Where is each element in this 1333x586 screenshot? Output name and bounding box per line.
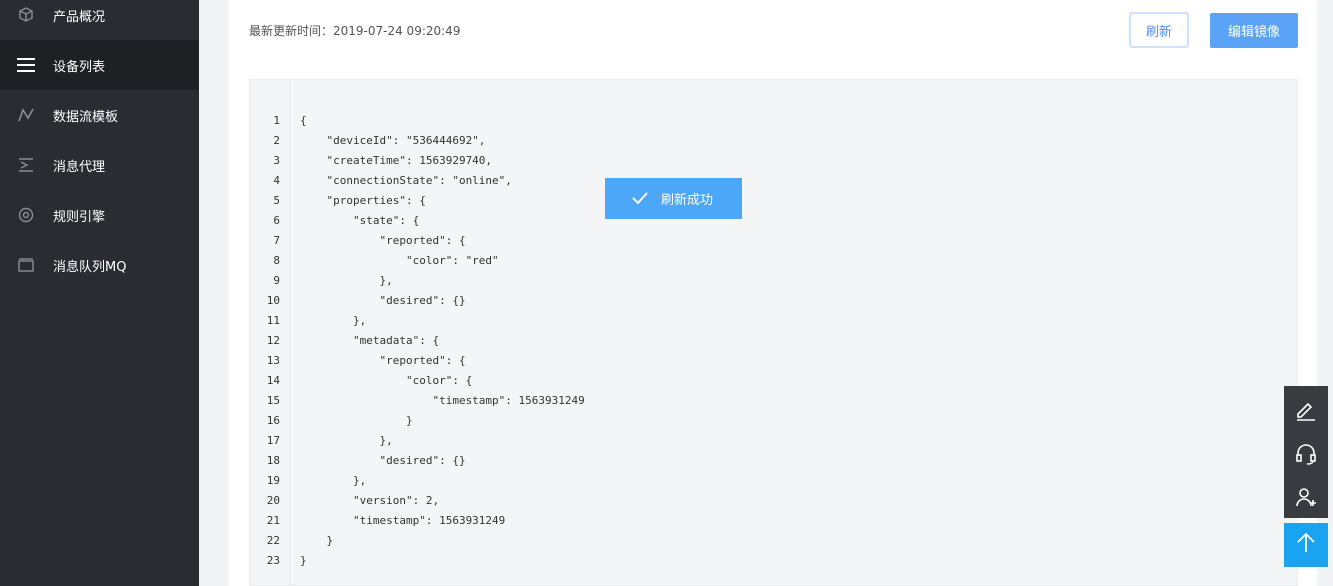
queue-icon [16,255,36,275]
line-number: 12 [266,334,280,347]
line-number: 2 [273,134,280,147]
line-number: 17 [266,434,280,447]
line-number: 5 [273,194,280,207]
device-shadow-panel: 最新更新时间：2019-07-24 09:20:49 刷新 编辑镜像 12345… [229,0,1317,586]
line-number: 23 [266,554,280,567]
line-number: 22 [266,534,280,547]
line-number: 15 [266,394,280,407]
sidebar-item-rule-engine[interactable]: 规则引擎 [0,190,199,240]
code-line: }, [300,314,367,327]
sidebar-item-label: 设备列表 [53,59,106,75]
line-number: 1 [273,114,280,127]
line-number: 4 [273,174,280,187]
code-line: "reported": { [300,234,466,247]
code-line: "createTime": 1563929740, [300,154,493,167]
floating-toolbar [1284,386,1328,518]
dataflow-icon [16,105,36,125]
line-number: 9 [273,274,280,287]
sidebar-item-dataflow-template[interactable]: 数据流模板 [0,90,199,140]
headset-icon[interactable] [1284,432,1328,476]
code-line: "deviceId": "536444692", [300,134,486,147]
sidebar-item-product-overview[interactable]: 产品概况 [0,0,199,40]
code-line: } [300,534,334,547]
sidebar: 产品概况 设备列表 数据流模板 消息代理 规则引擎 消息队列MQ [0,0,199,586]
sidebar-item-label: 产品概况 [53,9,106,25]
json-code-viewer[interactable]: 1 2 3 4 5 6 7 8 9 10 11 12 13 14 15 16 17 18 19 20 21 22 23 { … [249,79,1298,586]
success-toast: 刷新成功 [605,178,742,219]
edit-shadow-button[interactable]: 编辑镜像 [1210,13,1298,48]
code-line: "properties": { [300,194,426,207]
sidebar-item-message-queue[interactable]: 消息队列MQ [0,240,199,290]
refresh-button[interactable]: 刷新 [1129,12,1189,48]
code-line: }, [300,434,393,447]
code-line: "color": "red" [300,254,499,267]
sidebar-item-label: 数据流模板 [53,109,119,125]
line-number: 16 [266,414,280,427]
message-proxy-icon [16,155,36,175]
list-icon [16,55,36,75]
back-to-top-button[interactable] [1284,523,1328,567]
code-line: { [300,114,307,127]
code-line: "connectionState": "online", [300,174,512,187]
line-number: 11 [266,314,280,327]
sidebar-item-message-proxy[interactable]: 消息代理 [0,140,199,190]
line-number: 6 [273,214,280,227]
arrow-up-icon [1294,531,1318,559]
code-line: "state": { [300,214,420,227]
code-line: }, [300,274,393,287]
line-number: 21 [266,514,280,527]
code-line: "metadata": { [300,334,440,347]
code-line: } [300,414,413,427]
code-line: "desired": {} [300,454,466,467]
sidebar-item-device-list[interactable]: 设备列表 [0,40,199,90]
last-update-time: 最新更新时间：2019-07-24 09:20:49 [249,24,461,38]
line-number: 7 [273,234,280,247]
code-line: "color": { [300,374,473,387]
line-number: 8 [273,254,280,267]
toast-message: 刷新成功 [661,193,714,208]
line-number: 3 [273,154,280,167]
code-line: "reported": { [300,354,466,367]
line-number: 19 [266,474,280,487]
line-number-gutter: 1 2 3 4 5 6 7 8 9 10 11 12 13 14 15 16 17 18 19 20 21 22 23 [250,80,290,585]
code-line: "version": 2, [300,494,440,507]
code-line: } [300,554,307,567]
add-user-icon[interactable] [1284,475,1328,519]
line-number: 13 [266,354,280,367]
code-line: "desired": {} [300,294,466,307]
edit-icon[interactable] [1284,389,1328,433]
sidebar-item-label: 规则引擎 [53,209,106,225]
check-icon [631,190,649,210]
line-number: 10 [266,294,280,307]
code-line: "timestamp": 1563931249 [300,394,585,407]
line-number: 14 [266,374,280,387]
line-number: 18 [266,454,280,467]
cube-icon [16,5,36,25]
rule-engine-icon [16,205,36,225]
code-line: }, [300,474,367,487]
sidebar-item-label: 消息代理 [53,159,106,175]
sidebar-item-label: 消息队列MQ [53,259,127,275]
code-line: "timestamp": 1563931249 [300,514,506,527]
line-number: 20 [266,494,280,507]
